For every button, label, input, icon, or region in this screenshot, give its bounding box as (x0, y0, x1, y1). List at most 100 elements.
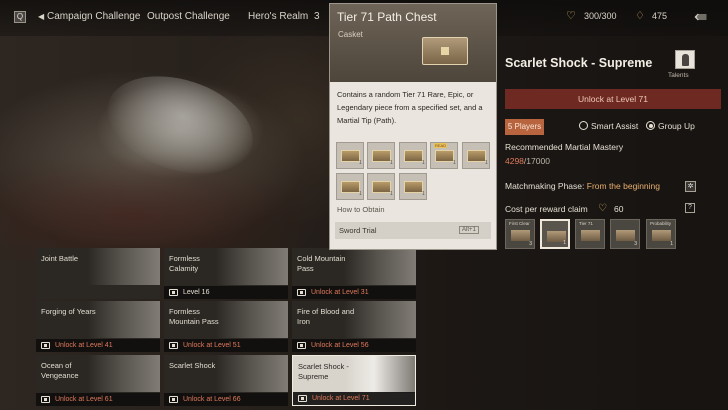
how-to-obtain-label: How to Obtain (337, 205, 385, 214)
stage-status-bar: Unlock at Level 51 (164, 339, 288, 352)
item-count: 1 (359, 191, 362, 197)
item-count: 1 (390, 160, 393, 166)
stage-status-bar: Unlock at Level 66 (164, 393, 288, 406)
stage-title: Scarlet Shock - Supreme (505, 56, 653, 70)
radio-on-icon (646, 121, 655, 130)
obtain-source-row[interactable]: Sword Trial Alt+1 (335, 222, 491, 239)
item-count: 1 (485, 160, 488, 166)
lock-icon (298, 395, 307, 402)
chest-icon (581, 230, 600, 241)
reward-slot[interactable]: Tier 71 (575, 219, 605, 249)
reward-item-slot[interactable]: 1 (462, 142, 490, 169)
stage-card[interactable]: Ocean of Vengeance Unlock at Level 61 (36, 355, 160, 406)
reward-item-slot[interactable]: 1 (336, 142, 364, 169)
reward-slot[interactable]: First Clear 3 (505, 219, 535, 249)
heart-icon: ♡ (598, 203, 607, 214)
stage-status-bar: Unlock at Level 56 (292, 339, 416, 352)
tab-heros-realm[interactable]: Hero's Realm (248, 11, 308, 22)
stage-card[interactable]: Joint Battle (36, 248, 160, 299)
stage-name: Formless Calamity (169, 254, 200, 273)
reward-slot[interactable]: Probability 1 (646, 219, 676, 249)
tooltip-title: Tier 71 Path Chest (337, 10, 437, 24)
matchmaking-phase: Matchmaking Phase: From the beginning (505, 181, 660, 191)
item-count: 1 (390, 191, 393, 197)
stage-card[interactable]: Formless Calamity Level 16 (164, 248, 288, 299)
stage-card[interactable]: Scarlet Shock Unlock at Level 66 (164, 355, 288, 406)
heart-icon: ♡ (566, 10, 576, 22)
reward-tooltip: Tier 71 Path Chest Casket Contains a ran… (329, 3, 497, 250)
cost-label: Cost per reward claim (505, 204, 588, 214)
reward-slot-count: 1 (563, 240, 566, 246)
stage-card[interactable]: Fire of Blood and Iron Unlock at Level 56 (292, 301, 416, 352)
exit-icon[interactable]: ⇚ (694, 8, 716, 28)
read-badge: READ (434, 143, 448, 148)
cost-value: 60 (614, 204, 624, 214)
chest-icon (422, 37, 468, 65)
reward-slot-label: Tier 71 (579, 221, 593, 226)
stage-card[interactable]: Cold Mountain Pass Unlock at Level 31 (292, 248, 416, 299)
lock-icon (169, 342, 178, 349)
stage-card[interactable]: Formless Mountain Pass Unlock at Level 51 (164, 301, 288, 352)
stage-status-bar: Unlock at Level 71 (293, 392, 415, 405)
obtain-source-hotkey: Alt+1 (459, 226, 479, 234)
chest-icon (372, 181, 391, 193)
reward-slot[interactable]: 1 (540, 219, 570, 249)
item-count: 1 (453, 160, 456, 166)
stage-status-bar: Unlock at Level 41 (36, 339, 160, 352)
mastery-current: 4298 (505, 156, 524, 166)
stage-name: Scarlet Shock (169, 361, 216, 370)
group-up-radio[interactable]: Group Up (646, 121, 695, 131)
reward-item-slot[interactable]: 1 (336, 173, 364, 200)
tab-overflow[interactable]: 3 (314, 11, 320, 22)
stage-name: Forging of Years (41, 307, 96, 316)
help-icon[interactable]: ? (685, 203, 695, 213)
gem-icon: ♢ (635, 10, 645, 22)
level-icon (169, 289, 178, 296)
stage-detail-panel: Scarlet Shock - Supreme Talents Unlock a… (498, 44, 728, 254)
lock-icon (41, 396, 50, 403)
stage-status-bar: Unlock at Level 61 (36, 393, 160, 406)
stage-card[interactable]: Forging of Years Unlock at Level 41 (36, 301, 160, 352)
item-count: 1 (422, 160, 425, 166)
tooltip-subtitle: Casket (338, 30, 363, 39)
stage-name: Joint Battle (41, 254, 79, 263)
reward-item-slot[interactable]: 1 (399, 173, 427, 200)
chest-icon (467, 150, 486, 162)
talents-label: Talents (668, 72, 689, 79)
reward-item-slot[interactable]: 1 (367, 173, 395, 200)
reward-item-slot[interactable]: 1 (367, 142, 395, 169)
chest-icon (435, 150, 454, 162)
chest-icon (341, 150, 360, 162)
tab-outpost-challenge[interactable]: Outpost Challenge (147, 11, 230, 22)
stage-status-bar: Level 16 (164, 286, 288, 299)
stage-status-text: Level 16 (183, 289, 210, 296)
tooltip-description: Contains a random Tier 71 Rare, Epic, or… (337, 90, 483, 125)
currency-counter: 475 (652, 11, 668, 21)
talents-icon[interactable] (675, 50, 695, 69)
unlock-label: Unlock at Level 71 (578, 94, 648, 104)
stage-name: Ocean of Vengeance (41, 361, 79, 380)
stamina-counter: 300/300 (584, 11, 617, 21)
players-badge: 5 Players (505, 119, 544, 135)
stage-status-text: Unlock at Level 71 (312, 395, 370, 402)
search-icon[interactable]: Q (14, 11, 26, 23)
reward-item-slot[interactable]: 1 READ (430, 142, 458, 169)
lock-icon (169, 396, 178, 403)
stage-card[interactable]: Scarlet Shock - Supreme Unlock at Level 7… (292, 355, 416, 406)
smart-assist-radio[interactable]: Smart Assist (579, 121, 638, 131)
unlock-button[interactable]: Unlock at Level 71 (505, 89, 721, 109)
settings-icon[interactable]: ✲ (685, 181, 696, 192)
tab-campaign-challenge[interactable]: Campaign Challenge (47, 11, 140, 22)
item-count: 1 (359, 160, 362, 166)
reward-slot[interactable]: 3 (610, 219, 640, 249)
mastery-label: Recommended Martial Mastery (505, 142, 624, 152)
obtain-source-name: Sword Trial (339, 226, 377, 235)
reward-item-slot[interactable]: 1 (399, 142, 427, 169)
stage-status-text: Unlock at Level 31 (311, 289, 369, 296)
phase-label: Matchmaking Phase: (505, 181, 585, 191)
smart-assist-label: Smart Assist (591, 121, 639, 131)
stage-status-text: Unlock at Level 41 (55, 342, 113, 349)
stage-status-text: Unlock at Level 66 (183, 396, 241, 403)
stage-status-text: Unlock at Level 61 (55, 396, 113, 403)
back-chevron-icon[interactable]: ◀ (38, 12, 44, 21)
